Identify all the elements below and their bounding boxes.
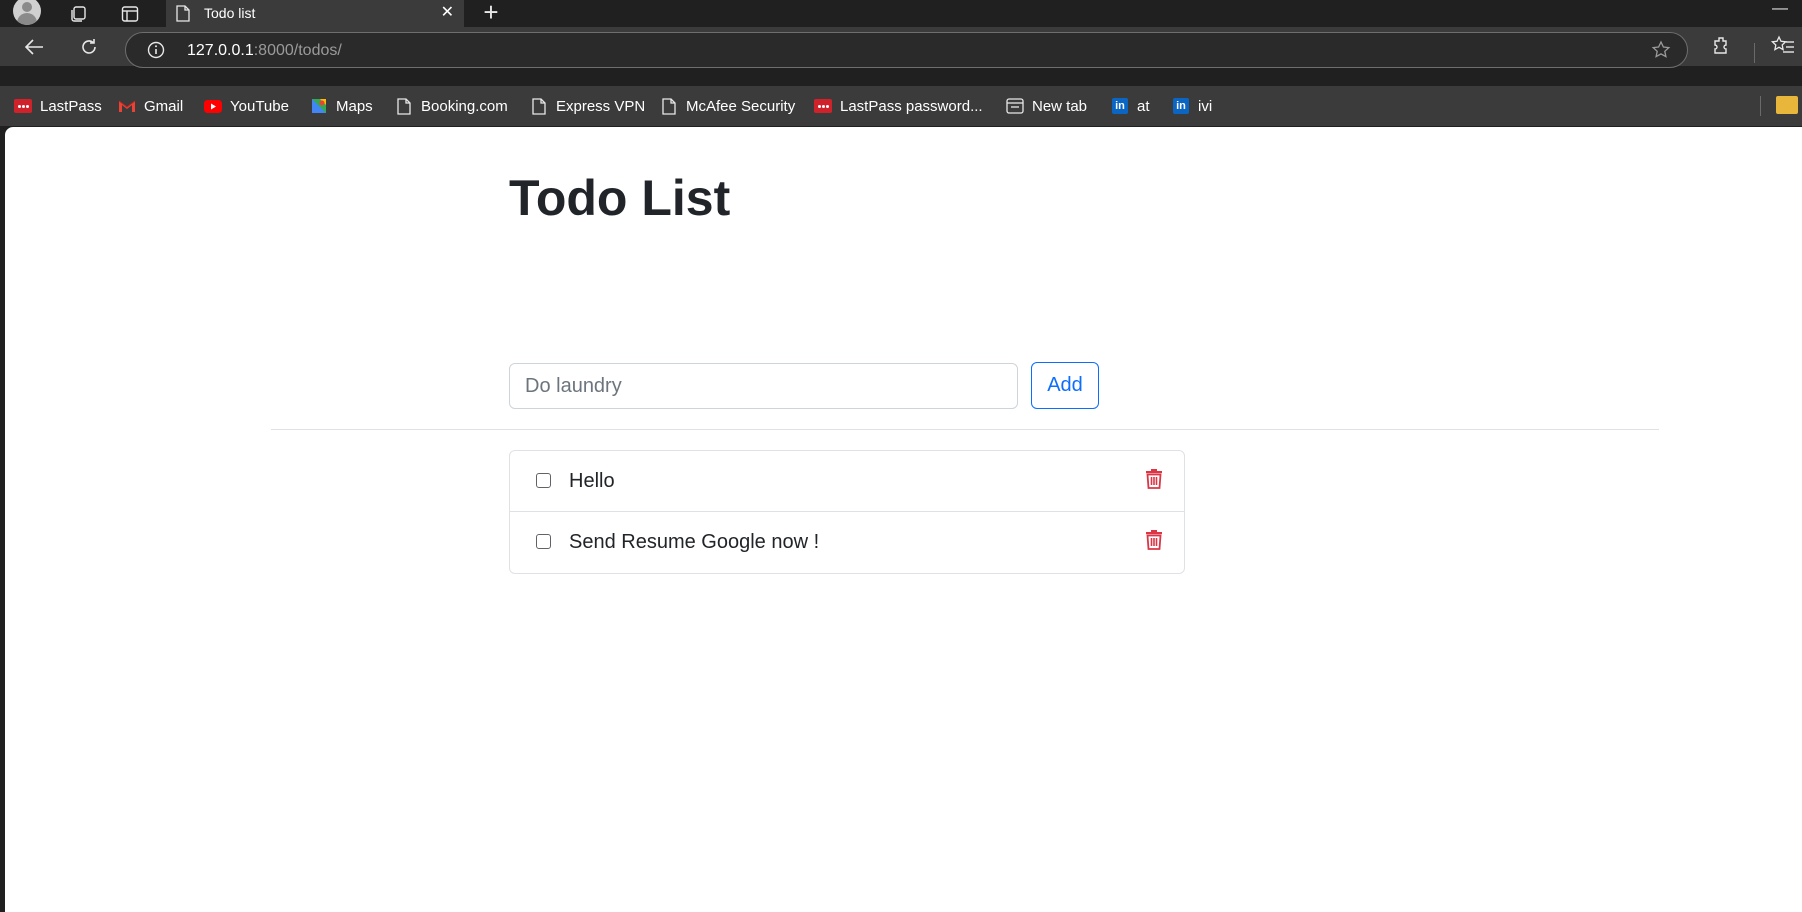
gmail-icon [118,97,136,115]
bookmark-youtube[interactable]: YouTube [204,96,289,116]
todo-list: Hello Send Resume Google now ! [509,450,1185,574]
bookmark-maps[interactable]: Maps [310,96,373,116]
todo-input[interactable] [509,363,1018,409]
todo-checkbox[interactable] [536,473,551,488]
todo-item: Hello [510,451,1184,512]
new-tab-icon[interactable]: + [478,0,504,26]
add-button[interactable]: Add [1031,362,1099,409]
bookmark-at[interactable]: in at [1111,96,1150,116]
page-content: Todo List Add Hello Send Resume Google n… [5,127,1802,912]
bookmark-express-vpn[interactable]: Express VPN [530,96,645,116]
profile-avatar-icon[interactable] [13,0,41,25]
workspaces-icon[interactable] [63,0,93,27]
divider [271,429,1659,430]
bookmark-new-tab[interactable]: New tab [1006,96,1087,116]
trash-icon[interactable] [1142,465,1166,491]
bookmark-ivi[interactable]: in ivi [1172,96,1212,116]
bookmarks-divider [1760,96,1761,116]
linkedin-icon: in [1172,97,1190,115]
page-icon [395,97,413,115]
todo-text: Hello [569,470,615,492]
trash-icon[interactable] [1142,526,1166,552]
favorites-icon[interactable] [1770,35,1795,62]
page-title: Todo List [509,170,731,226]
close-tab-icon[interactable]: ✕ [441,4,454,22]
page-icon [176,5,190,27]
reload-icon[interactable] [75,33,103,61]
bookmark-gmail[interactable]: Gmail [118,96,183,116]
favorite-star-icon[interactable] [1651,40,1671,65]
youtube-icon [204,97,222,115]
maps-icon [310,97,328,115]
toolbar-divider [1754,43,1755,63]
extensions-icon[interactable] [1711,35,1733,62]
other-favorites-folder-icon[interactable] [1776,96,1798,114]
tab-actions-icon[interactable] [115,0,145,27]
site-info-icon[interactable] [147,41,165,64]
minimize-window-icon[interactable]: — [1772,0,1788,18]
lastpass-icon [14,97,32,115]
address-bar[interactable]: 127.0.0.1:8000/todos/ [125,32,1688,68]
tab-todo-list[interactable]: Todo list ✕ [166,0,464,27]
url-text[interactable]: 127.0.0.1:8000/todos/ [187,42,342,60]
bookmark-booking[interactable]: Booking.com [395,96,508,116]
tab-strip: Todo list ✕ + — [0,0,1802,27]
browser-toolbar: 127.0.0.1:8000/todos/ [0,27,1802,68]
todo-checkbox[interactable] [536,534,551,549]
lastpass-icon [814,97,832,115]
bookmark-lastpass-password[interactable]: LastPass password... [814,96,983,116]
page-icon [530,97,548,115]
page-icon [660,97,678,115]
bookmark-mcafee[interactable]: McAfee Security [660,96,795,116]
linkedin-icon: in [1111,97,1129,115]
bookmark-lastpass[interactable]: LastPass [14,96,102,116]
todo-text: Send Resume Google now ! [569,531,820,553]
back-arrow-icon[interactable] [20,33,48,61]
tab-title: Todo list [204,5,256,21]
todo-item: Send Resume Google now ! [510,512,1184,573]
bookmarks-bar: LastPass Gmail YouTube Maps Booking.com … [0,86,1802,126]
new-tab-page-icon [1006,97,1024,115]
